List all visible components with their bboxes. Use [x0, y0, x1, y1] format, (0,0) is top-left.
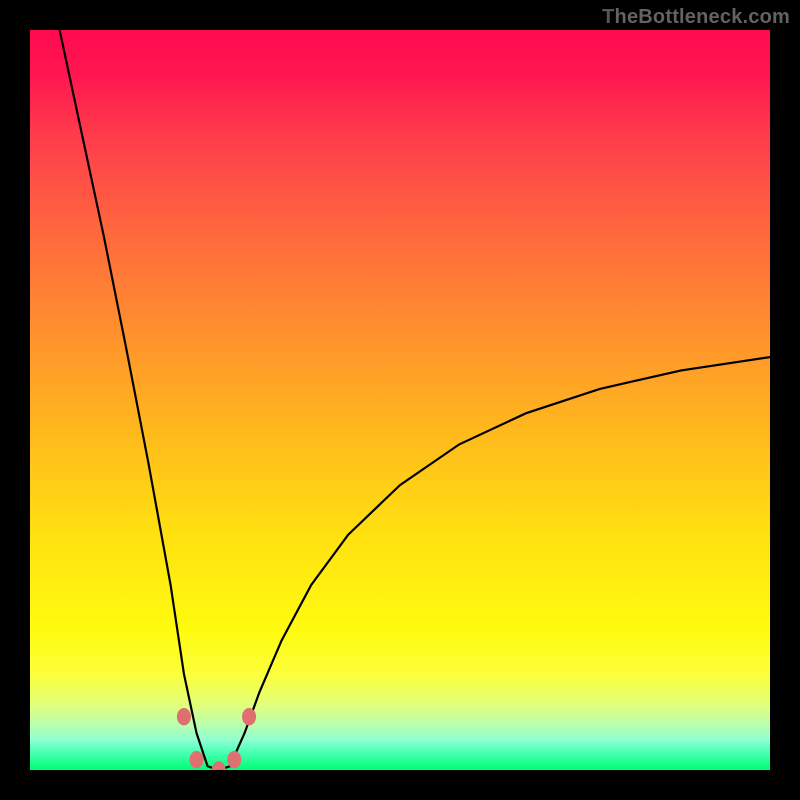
watermark-rest: heBottleneck.com: [615, 6, 790, 28]
plot-area: [30, 30, 770, 770]
watermark-text: TheBottleneck.com: [602, 6, 790, 29]
trough-marker-dot: [212, 761, 226, 770]
trough-marker-dot: [190, 751, 204, 769]
watermark-initial: T: [602, 6, 614, 28]
trough-marker-dot: [227, 751, 241, 769]
trough-markers: [30, 30, 770, 770]
trough-marker-dot: [242, 708, 256, 726]
trough-marker-dot: [177, 708, 191, 726]
chart-canvas: TheBottleneck.com: [0, 0, 800, 800]
